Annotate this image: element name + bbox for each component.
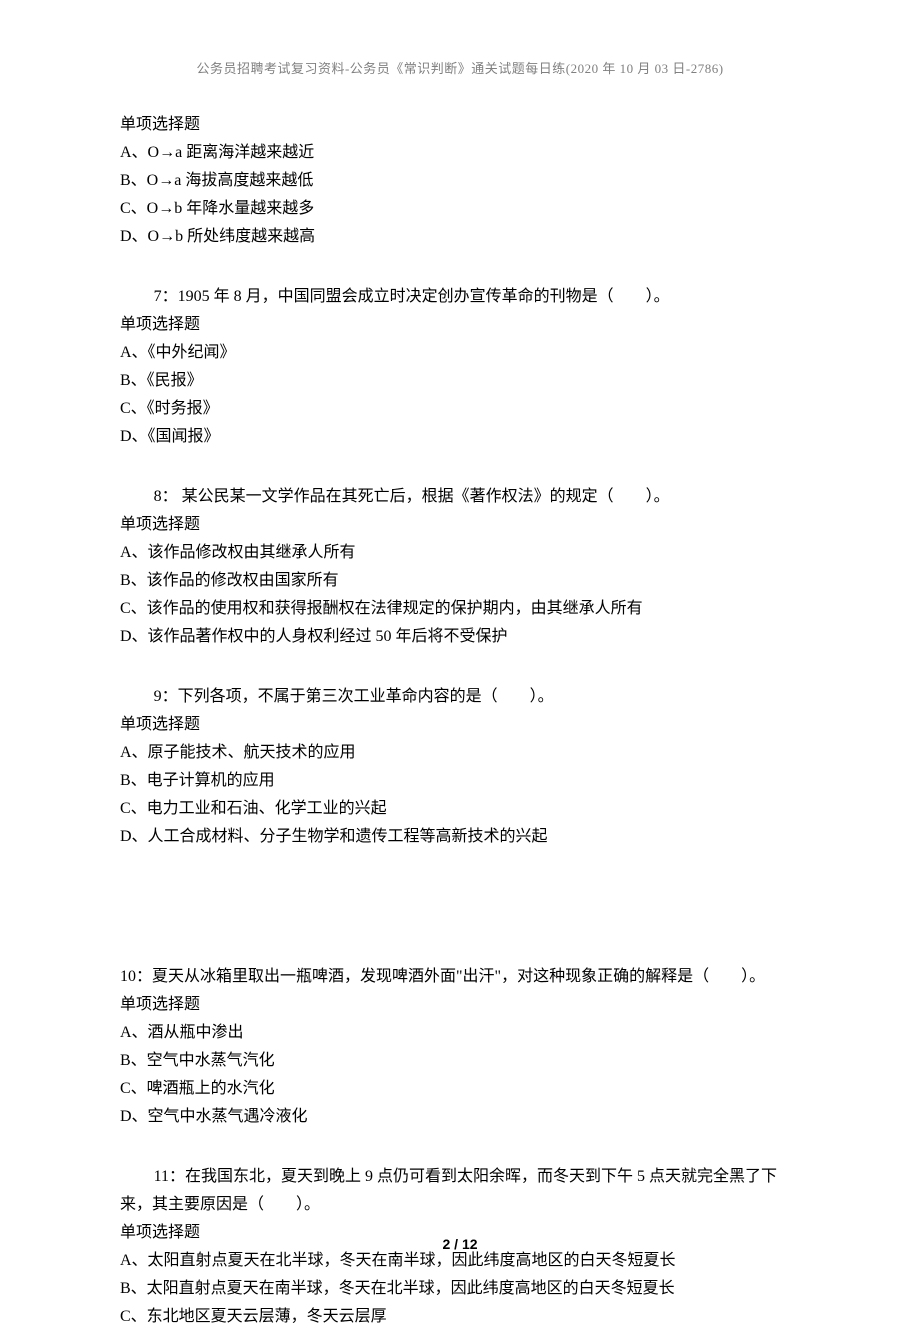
option-b: B、空气中水蒸气汽化 <box>120 1047 800 1075</box>
option-a: A、酒从瓶中渗出 <box>120 1019 800 1047</box>
option-d: D、人工合成材料、分子生物学和遗传工程等高新技术的兴起 <box>120 823 800 851</box>
question-10: 10：夏天从冰箱里取出一瓶啤酒，发现啤酒外面"出汗"，对这种现象正确的解释是（ … <box>120 963 800 1131</box>
question-8: 8： 某公民某一文学作品在其死亡后，根据《著作权法》的规定（ ）。 单项选择题 … <box>120 483 800 651</box>
question-type: 单项选择题 <box>120 991 800 1019</box>
question-type: 单项选择题 <box>120 311 800 339</box>
option-b: B、太阳直射点夏天在南半球，冬天在北半球，因此纬度高地区的白天冬短夏长 <box>120 1275 800 1303</box>
option-c: C、该作品的使用权和获得报酬权在法律规定的保护期内，由其继承人所有 <box>120 595 800 623</box>
option-c: C、电力工业和石油、化学工业的兴起 <box>120 795 800 823</box>
question-text: 9：下列各项，不属于第三次工业革命内容的是（ ）。 <box>120 683 800 711</box>
question-text: 11：在我国东北，夏天到晚上 9 点仍可看到太阳余晖，而冬天到下午 5 点天就完… <box>120 1163 800 1219</box>
question-text: 10：夏天从冰箱里取出一瓶啤酒，发现啤酒外面"出汗"，对这种现象正确的解释是（ … <box>120 963 800 991</box>
option-b: B、电子计算机的应用 <box>120 767 800 795</box>
question-type: 单项选择题 <box>120 711 800 739</box>
option-b: B、O→a 海拔高度越来越低 <box>120 167 800 195</box>
option-b: B、该作品的修改权由国家所有 <box>120 567 800 595</box>
option-c: C、东北地区夏天云层薄，冬天云层厚 <box>120 1303 800 1331</box>
option-d: D、空气中水蒸气遇冷液化 <box>120 1103 800 1131</box>
question-text: 7：1905 年 8 月，中国同盟会成立时决定创办宣传革命的刊物是（ ）。 <box>120 283 800 311</box>
option-c: C、O→b 年降水量越来越多 <box>120 195 800 223</box>
option-a: A、原子能技术、航天技术的应用 <box>120 739 800 767</box>
question-7: 7：1905 年 8 月，中国同盟会成立时决定创办宣传革命的刊物是（ ）。 单项… <box>120 283 800 451</box>
option-a: A、《中外纪闻》 <box>120 339 800 367</box>
option-a: A、该作品修改权由其继承人所有 <box>120 539 800 567</box>
option-b: B、《民报》 <box>120 367 800 395</box>
question-9: 9：下列各项，不属于第三次工业革命内容的是（ ）。 单项选择题 A、原子能技术、… <box>120 683 800 851</box>
question-type: 单项选择题 <box>120 111 800 139</box>
option-c: C、啤酒瓶上的水汽化 <box>120 1075 800 1103</box>
option-d: D、该作品著作权中的人身权利经过 50 年后将不受保护 <box>120 623 800 651</box>
option-d: D、《国闻报》 <box>120 423 800 451</box>
option-d: D、O→b 所处纬度越来越高 <box>120 223 800 251</box>
option-c: C、《时务报》 <box>120 395 800 423</box>
page-footer: 2 / 12 <box>0 1232 920 1257</box>
option-a: A、O→a 距离海洋越来越近 <box>120 139 800 167</box>
question-text: 8： 某公民某一文学作品在其死亡后，根据《著作权法》的规定（ ）。 <box>120 483 800 511</box>
question-6-options: 单项选择题 A、O→a 距离海洋越来越近 B、O→a 海拔高度越来越低 C、O→… <box>120 111 800 251</box>
page-header: 公务员招聘考试复习资料-公务员《常识判断》通关试题每日练(2020 年 10 月… <box>120 58 800 81</box>
question-type: 单项选择题 <box>120 511 800 539</box>
